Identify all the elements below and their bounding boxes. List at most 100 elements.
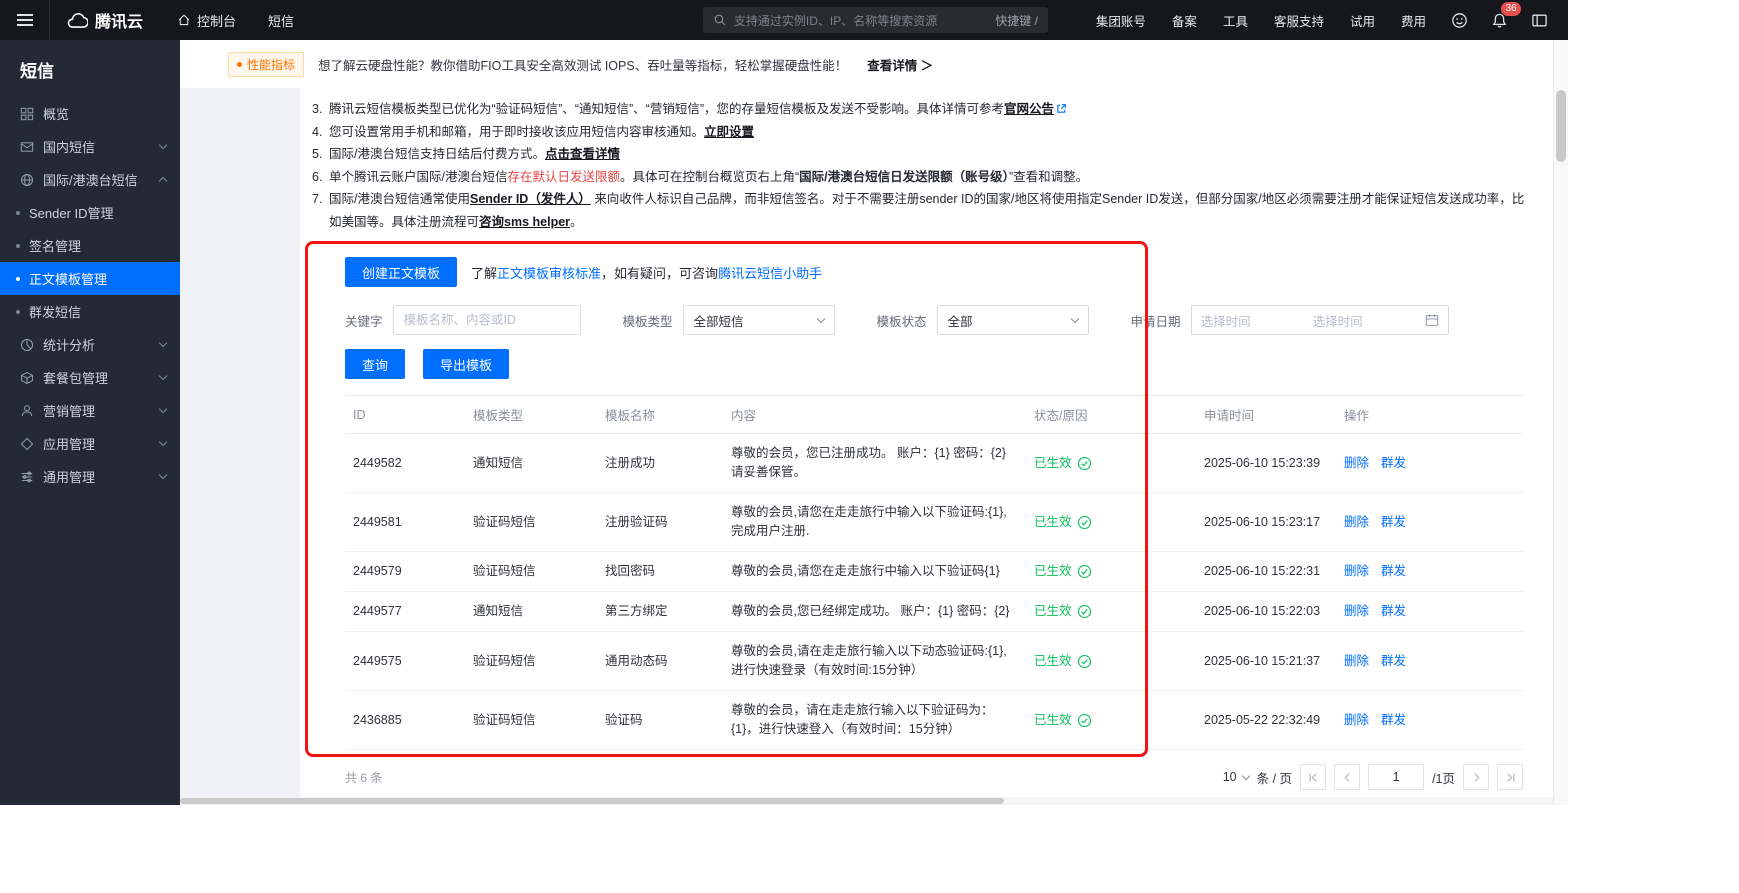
create-template-button[interactable]: 创建正文模板	[345, 257, 457, 287]
vertical-scrollbar-thumb[interactable]	[1556, 90, 1566, 162]
page-count-label: /1页	[1432, 768, 1455, 787]
delete-link[interactable]: 删除	[1344, 713, 1369, 727]
date-start-placeholder: 选择时间	[1201, 311, 1313, 330]
next-page-button[interactable]	[1463, 764, 1489, 790]
view-details-link[interactable]: 点击查看详情	[545, 147, 620, 161]
global-search-input[interactable]: 支持通过实例ID、IP、名称等搜索资源 快捷键 /	[703, 7, 1048, 33]
sidebar-item-general[interactable]: 通用管理	[0, 460, 180, 493]
search-shortcut-hint: 快捷键 /	[995, 12, 1038, 29]
topbar-menu-billing[interactable]: 费用	[1401, 11, 1426, 30]
sidebar-item-sender-id[interactable]: Sender ID管理	[0, 196, 180, 229]
keyword-input[interactable]	[393, 305, 581, 335]
cell-id: 2449575	[345, 632, 465, 691]
page-number-input[interactable]	[1368, 764, 1424, 790]
sidebar-item-domestic-sms[interactable]: 国内短信	[0, 130, 180, 163]
topbar-menu: 集团账号 备案 工具 客服支持 试用 费用	[1096, 11, 1426, 30]
topbar-menu-trial[interactable]: 试用	[1350, 11, 1375, 30]
sidebar-item-statistics[interactable]: 统计分析	[0, 328, 180, 361]
sidebar-item-package[interactable]: 套餐包管理	[0, 361, 180, 394]
sidebar-item-overview[interactable]: 概览	[0, 97, 180, 130]
topbar-menu-icp[interactable]: 备案	[1172, 11, 1197, 30]
sidebar-item-signature[interactable]: 签名管理	[0, 229, 180, 262]
bulk-send-link[interactable]: 群发	[1381, 515, 1406, 529]
header-status: 状态/原因	[1026, 396, 1196, 434]
chevron-down-icon	[159, 141, 167, 149]
template-type-select[interactable]: 全部短信	[683, 305, 835, 335]
notification-bell[interactable]: 36	[1488, 9, 1510, 31]
cell-operations: 删除群发	[1336, 632, 1523, 691]
mail-icon	[20, 140, 34, 154]
toolbar-hint: 了解正文模板审核标准，如有疑问，可咨询腾讯云短信小助手	[471, 263, 822, 282]
check-circle-icon	[1077, 713, 1092, 728]
sidebar-item-bulk-sms[interactable]: 群发短信	[0, 295, 180, 328]
template-status-select[interactable]: 全部	[937, 305, 1089, 335]
delete-link[interactable]: 删除	[1344, 604, 1369, 618]
template-row: 2449579 验证码短信 找回密码 尊敬的会员,请您在走走旅行中输入以下验证码…	[345, 552, 1523, 592]
sidebar-item-marketing[interactable]: 营销管理	[0, 394, 180, 427]
sender-id-link[interactable]: Sender ID（发件人）	[470, 192, 591, 206]
console-home-link[interactable]: 控制台	[161, 11, 252, 30]
sms-assistant-link[interactable]: 腾讯云短信小助手	[718, 266, 822, 281]
tencent-cloud-logo[interactable]: 腾讯云	[50, 8, 161, 32]
banner-detail-link[interactable]: 查看详情 ＞	[867, 55, 933, 74]
template-row: 2449581 验证码短信 注册验证码 尊敬的会员,请您在走走旅行中输入以下验证…	[345, 493, 1523, 552]
cell-content: 尊敬的会员，请在走走旅行输入以下验证码为：{1}，进行快速登入（有效时间：15分…	[723, 691, 1026, 750]
delete-link[interactable]: 删除	[1344, 654, 1369, 668]
horizontal-scrollbar-thumb[interactable]	[180, 798, 1004, 804]
chevron-down-icon	[159, 372, 167, 380]
export-template-button[interactable]: 导出模板	[423, 349, 509, 379]
sliders-icon	[20, 470, 34, 484]
topbar-menu-support[interactable]: 客服支持	[1274, 11, 1324, 30]
cell-apply-time: 2025-06-10 15:23:39	[1196, 434, 1336, 493]
review-standard-link[interactable]: 正文模板审核标准	[497, 266, 601, 281]
table-footer: 共 6 条 10 条 / 页 /1页	[345, 764, 1523, 790]
horizontal-scrollbar[interactable]	[180, 797, 1553, 805]
delete-link[interactable]: 删除	[1344, 564, 1369, 578]
sidebar-item-body-template[interactable]: 正文模板管理	[0, 262, 180, 295]
template-toolbar: 创建正文模板 了解正文模板审核标准，如有疑问，可咨询腾讯云短信小助手	[345, 257, 1523, 287]
bulk-send-link[interactable]: 群发	[1381, 564, 1406, 578]
template-row: 2436885 验证码短信 验证码 尊敬的会员，请在走走旅行输入以下验证码为：{…	[345, 691, 1523, 750]
search-placeholder: 支持通过实例ID、IP、名称等搜索资源	[734, 12, 995, 29]
bulk-send-link[interactable]: 群发	[1381, 604, 1406, 618]
notice-item-3: 3. 腾讯云短信模板类型已优化为“验证码短信”、“通知短信”、“营销短信”，您的…	[312, 98, 1525, 121]
sms-helper-link[interactable]: 咨询sms helper	[479, 215, 570, 229]
last-page-button[interactable]	[1497, 764, 1523, 790]
topbar-menu-group-account[interactable]: 集团账号	[1096, 11, 1146, 30]
sidebar-item-international-sms[interactable]: 国际/港澳台短信	[0, 163, 180, 196]
delete-link[interactable]: 删除	[1344, 515, 1369, 529]
cell-apply-time: 2025-05-22 22:32:49	[1196, 691, 1336, 750]
cell-name: 注册成功	[597, 434, 723, 493]
product-tab-sms[interactable]: 短信	[252, 11, 310, 30]
check-circle-icon	[1077, 564, 1092, 579]
package-icon	[20, 371, 34, 385]
sidebar-item-application[interactable]: 应用管理	[0, 427, 180, 460]
first-page-button[interactable]	[1300, 764, 1326, 790]
diamond-icon	[20, 437, 34, 451]
delete-link[interactable]: 删除	[1344, 456, 1369, 470]
date-range-picker[interactable]: 选择时间 选择时间	[1191, 305, 1449, 335]
console-layout-icon[interactable]	[1528, 9, 1550, 31]
template-row: 2449577 通知短信 第三方绑定 尊敬的会员,您已经绑定成功。 账户：{1}…	[345, 592, 1523, 632]
bullet-dot	[16, 310, 20, 314]
bulk-send-link[interactable]: 群发	[1381, 713, 1406, 727]
bulk-send-link[interactable]: 群发	[1381, 456, 1406, 470]
template-row: 2449582 通知短信 注册成功 尊敬的会员，您已注册成功。 账户：{1} 密…	[345, 434, 1523, 493]
prev-page-button[interactable]	[1334, 764, 1360, 790]
cell-content: 尊敬的会员,请您在走走旅行中输入以下验证码{1}	[723, 552, 1026, 592]
official-announcement-link[interactable]: 官网公告	[1004, 102, 1054, 116]
cell-id: 2449582	[345, 434, 465, 493]
app-window: 腾讯云 控制台 短信 支持通过实例ID、IP、名称等搜索资源 快捷键 / 集团账…	[0, 0, 1568, 805]
query-button[interactable]: 查询	[345, 349, 405, 379]
vertical-scrollbar[interactable]	[1553, 40, 1568, 805]
notice-item-6: 6. 单个腾讯云账户国际/港澳台短信存在默认日发送限额。具体可在控制台概览页右上…	[312, 166, 1525, 189]
hamburger-menu-icon[interactable]	[0, 0, 50, 40]
template-row: 2449575 验证码短信 通用动态码 尊敬的会员,请在走走旅行输入以下动态验证…	[345, 632, 1523, 691]
bulk-send-link[interactable]: 群发	[1381, 654, 1406, 668]
topbar-menu-tools[interactable]: 工具	[1223, 11, 1248, 30]
page-size-select[interactable]: 10	[1223, 770, 1249, 784]
support-smiley-icon[interactable]	[1448, 9, 1470, 31]
setup-now-link[interactable]: 立即设置	[704, 125, 754, 139]
cell-name: 通用动态码	[597, 632, 723, 691]
cell-id: 2449581	[345, 493, 465, 552]
